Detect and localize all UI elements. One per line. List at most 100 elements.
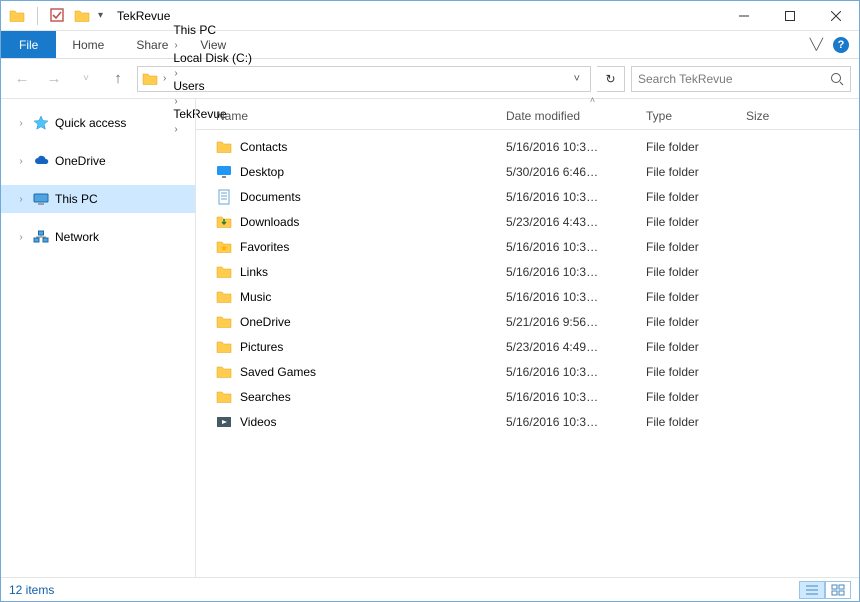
chevron-right-icon[interactable]: › [160,73,169,84]
list-item[interactable]: Searches5/16/2016 10:3…File folder [196,384,859,409]
sidebar-item-label: OneDrive [55,154,106,168]
sort-indicator-icon: ˄ [196,95,859,105]
item-type: File folder [646,265,746,279]
recent-locations-button[interactable]: ˅ [73,66,99,92]
list-item[interactable]: Documents5/16/2016 10:3…File folder [196,184,859,209]
item-type: File folder [646,215,746,229]
folder-icon [216,314,232,330]
item-date: 5/16/2016 10:3… [506,265,646,279]
list-item[interactable]: OneDrive5/21/2016 9:56…File folder [196,309,859,334]
sidebar-item-onedrive[interactable]: › OneDrive [1,147,195,175]
item-name: Searches [240,390,291,404]
folder-icon [216,414,232,430]
help-icon[interactable]: ? [833,37,849,53]
new-folder-icon[interactable] [74,8,90,24]
item-date: 5/30/2016 6:46… [506,165,646,179]
folder-icon [216,339,232,355]
list-item[interactable]: Desktop5/30/2016 6:46…File folder [196,159,859,184]
file-list: Contacts5/16/2016 10:3…File folderDeskto… [196,130,859,434]
item-name: OneDrive [240,315,291,329]
sidebar-item-label: Quick access [55,116,126,130]
list-item[interactable]: Contacts5/16/2016 10:3…File folder [196,134,859,159]
navigation-pane: › Quick access › OneDrive ›This PC ›Network [1,99,196,577]
breadcrumb[interactable]: Users [171,79,254,93]
sidebar-item-quick-access[interactable]: › Quick access [1,109,195,137]
icons-view-button[interactable] [825,581,851,599]
list-item[interactable]: Links 5/16/2016 10:3…File folder [196,259,859,284]
address-folder-icon [142,71,158,87]
refresh-button[interactable]: ↻ [597,66,625,92]
item-name: Videos [240,415,276,429]
list-item[interactable]: Downloads5/23/2016 4:43…File folder [196,209,859,234]
folder-icon [216,364,232,380]
chevron-right-icon[interactable]: › [15,156,27,167]
properties-icon[interactable] [50,8,66,24]
item-type: File folder [646,315,746,329]
folder-icon [216,189,232,205]
forward-button[interactable]: → [41,66,67,92]
chevron-right-icon[interactable]: › [15,232,27,243]
column-header-size[interactable]: Size [746,109,816,123]
item-name: Links [240,265,268,279]
list-item[interactable]: Saved Games5/16/2016 10:3…File folder [196,359,859,384]
item-date: 5/16/2016 10:3… [506,290,646,304]
folder-icon [216,239,232,255]
search-input[interactable]: Search TekRevue [631,66,851,92]
chevron-right-icon[interactable]: › [171,68,180,79]
cloud-icon [33,153,49,169]
star-icon [33,115,49,131]
item-name: Desktop [240,165,284,179]
app-icon [9,8,25,24]
column-header-type[interactable]: Type [646,109,746,123]
chevron-right-icon[interactable]: › [171,40,180,51]
qat-separator [37,7,38,25]
search-placeholder: Search TekRevue [638,72,830,86]
up-button[interactable]: ↑ [105,66,131,92]
minimize-button[interactable] [721,1,767,30]
item-name: Favorites [240,240,289,254]
item-date: 5/16/2016 10:3… [506,365,646,379]
folder-icon [216,139,232,155]
item-name: Contacts [240,140,287,154]
item-date: 5/16/2016 10:3… [506,190,646,204]
breadcrumb[interactable]: Local Disk (C:) [171,51,254,65]
folder-icon [216,289,232,305]
item-name: Pictures [240,340,283,354]
chevron-right-icon[interactable]: › [15,194,27,205]
item-date: 5/23/2016 4:49… [506,340,646,354]
close-button[interactable] [813,1,859,30]
sidebar-item-network[interactable]: ›Network [1,223,195,251]
item-type: File folder [646,365,746,379]
folder-icon [216,264,232,280]
list-item[interactable]: Favorites5/16/2016 10:3…File folder [196,234,859,259]
column-header-date[interactable]: Date modified [506,109,646,123]
net-icon [33,229,49,245]
sidebar-item-this-pc[interactable]: ›This PC [1,185,195,213]
content-pane: ˄ Name Date modified Type Size Contacts5… [196,99,859,577]
item-date: 5/16/2016 10:3… [506,415,646,429]
item-type: File folder [646,390,746,404]
pc-icon [33,191,49,207]
folder-icon [216,164,232,180]
address-bar[interactable]: › This PC›Local Disk (C:)›Users›TekRevue… [137,66,591,92]
file-tab[interactable]: File [1,31,56,58]
list-item[interactable]: Music5/16/2016 10:3…File folder [196,284,859,309]
quick-access-toolbar: ▾ [1,1,111,30]
list-item[interactable]: Pictures 5/23/2016 4:49…File folder [196,334,859,359]
back-button[interactable]: ← [9,66,35,92]
address-history-icon[interactable]: ˅ [568,73,586,85]
breadcrumb[interactable]: This PC [171,23,254,37]
search-icon [830,72,844,86]
chevron-right-icon[interactable]: › [15,118,27,129]
tab-home[interactable]: Home [56,31,120,58]
item-count: 12 items [9,583,54,597]
item-type: File folder [646,340,746,354]
details-view-button[interactable] [799,581,825,599]
item-type: File folder [646,140,746,154]
maximize-button[interactable] [767,1,813,30]
qat-customize-icon[interactable]: ▾ [98,10,103,21]
item-date: 5/16/2016 10:3… [506,240,646,254]
expand-ribbon-icon[interactable]: ╲╱ [810,38,823,51]
list-item[interactable]: Videos5/16/2016 10:3…File folder [196,409,859,434]
column-header-name[interactable]: Name [216,109,506,123]
